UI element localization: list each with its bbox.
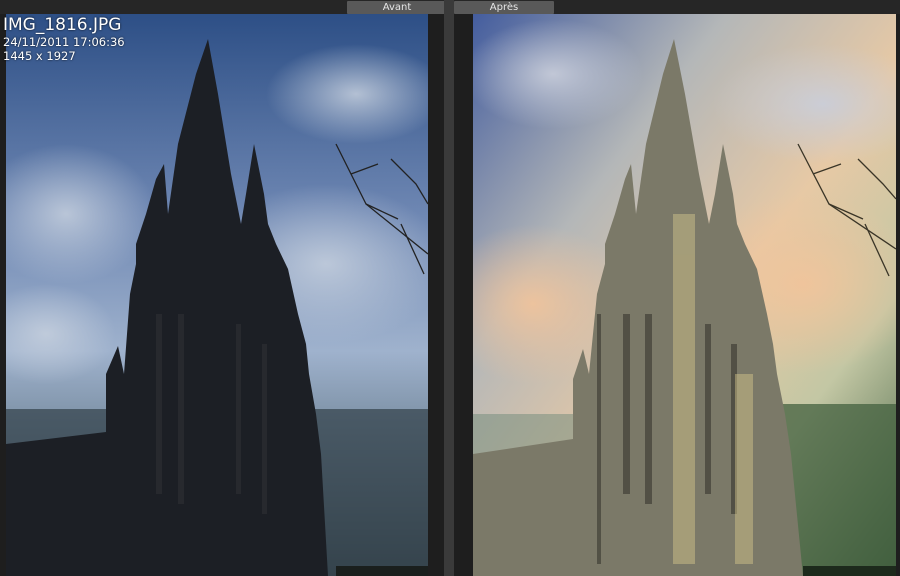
photo-dimensions: 1445 x 1927	[3, 49, 76, 63]
after-panel[interactable]	[454, 14, 900, 576]
photo-filename: IMG_1816.JPG	[3, 15, 122, 35]
panel-divider	[444, 0, 454, 576]
before-photo	[6, 14, 428, 576]
after-view-label[interactable]: Après	[454, 1, 554, 14]
photo-datetime: 24/11/2011 17:06:36	[3, 35, 125, 49]
before-panel[interactable]: IMG_1816.JPG 24/11/2011 17:06:36 1445 x …	[0, 14, 444, 576]
before-view-label[interactable]: Avant	[347, 1, 447, 14]
photo-info-overlay: IMG_1816.JPG 24/11/2011 17:06:36 1445 x …	[3, 15, 125, 63]
after-photo	[473, 14, 896, 576]
